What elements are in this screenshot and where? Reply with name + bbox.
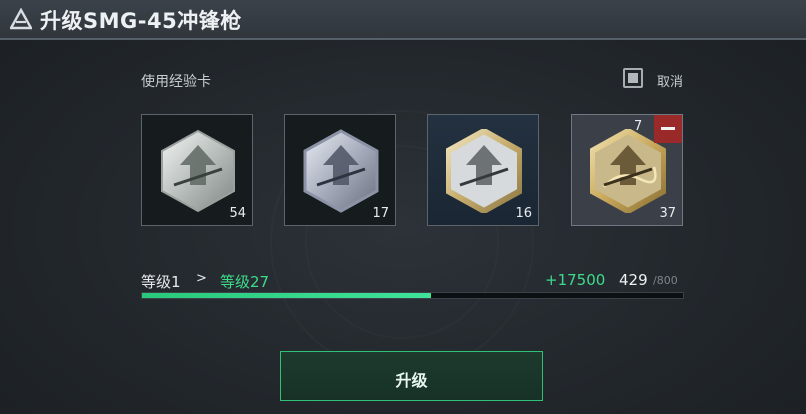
next-level: 等级27 — [220, 273, 270, 291]
level-row: 等级1 > 等级27 +17500 429 /800 — [141, 271, 686, 291]
exp-current: 429 — [619, 271, 648, 289]
exp-card-gold[interactable]: 16 — [427, 114, 539, 226]
cancel-label: 取消 — [657, 75, 684, 90]
level-arrow: > — [196, 271, 207, 286]
exp-medal-steel-icon — [303, 129, 379, 213]
page-title: 升级SMG-45冲锋枪 — [40, 9, 242, 33]
section-label: 使用经验卡 — [141, 74, 211, 90]
exp-gain: +17500 — [545, 271, 606, 289]
triangle-logo-icon — [10, 8, 32, 30]
exp-medal-gold-icon — [446, 129, 522, 213]
exp-progress-fill — [142, 293, 432, 298]
selected-count: 7 — [634, 119, 643, 134]
cancel-checkbox[interactable] — [623, 68, 643, 88]
upgrade-button[interactable]: 升级 — [280, 351, 543, 401]
card-count: 54 — [229, 206, 246, 221]
card-count: 17 — [372, 206, 389, 221]
exp-card-steel[interactable]: 17 — [284, 114, 396, 226]
exp-medal-silver-icon — [161, 129, 235, 213]
upgrade-button-label: 升级 — [395, 371, 428, 390]
exp-card-silver[interactable]: 54 — [141, 114, 253, 226]
decrease-button[interactable] — [654, 115, 682, 143]
exp-max: /800 — [653, 274, 678, 287]
card-count: 37 — [659, 206, 676, 221]
exp-progress-bar — [141, 292, 684, 299]
current-level: 等级1 — [141, 273, 181, 291]
exp-card-gold-premium[interactable]: 7 37 — [571, 114, 683, 226]
card-count: 16 — [515, 206, 532, 221]
title-bar: 升级SMG-45冲锋枪 — [0, 0, 806, 40]
